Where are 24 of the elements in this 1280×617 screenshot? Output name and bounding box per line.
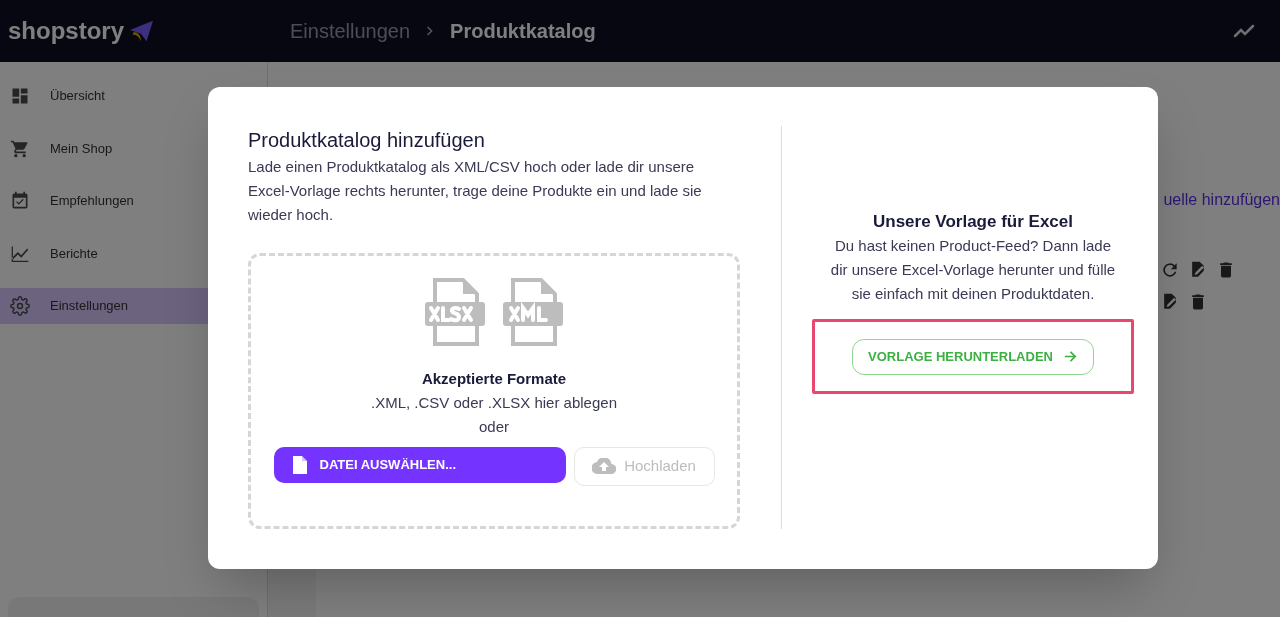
cart-icon bbox=[10, 138, 30, 159]
choose-file-button[interactable]: DATEI AUSWÄHLEN... bbox=[273, 446, 566, 483]
template-text: Du hast keinen Product-Feed? Dann lade dir unsere Excel-Vorlage herunter und fülle sie einfach mit deinen Produktdaten. bbox=[830, 236, 1116, 304]
breadcrumb-item[interactable]: Einstellungen bbox=[290, 16, 411, 46]
download-template-button[interactable]: VORLAGE HERUNTERLADEN bbox=[852, 338, 1094, 375]
logo-text: shopstory bbox=[8, 16, 124, 46]
dashboard-icon bbox=[10, 86, 30, 106]
template-title: Unsere Vorlage für Excel bbox=[873, 211, 1073, 233]
arrow-right-icon bbox=[1062, 349, 1078, 364]
chevron-right-icon bbox=[426, 25, 435, 37]
dialog-title: Produktkatalog hinzufügen bbox=[248, 128, 486, 153]
breadcrumb-item: Produktkatalog bbox=[450, 19, 596, 44]
sidebar-item[interactable]: Übersicht bbox=[0, 78, 267, 114]
formats-heading: Akzeptierte Formate bbox=[421, 369, 567, 389]
refresh-icon[interactable] bbox=[1160, 260, 1180, 280]
or-text: oder bbox=[479, 416, 509, 437]
logo-icon bbox=[128, 19, 154, 43]
file-icon bbox=[291, 454, 308, 475]
formats-hint: .XML, .CSV oder .XLSX hier ablegen bbox=[371, 392, 617, 413]
calendar-check-icon bbox=[10, 191, 30, 211]
settings-icon bbox=[10, 296, 30, 316]
add-source-link[interactable]: uelle hinzufügen bbox=[1163, 188, 1280, 212]
dialog-description: Lade einen Produktkatalog als XML/CSV hoch oder lade dir unsere Excel-Vorlage rechts herunter, trage deine Produkte ein und lade sie wieder hoch. bbox=[248, 157, 703, 225]
cloud-upload-icon bbox=[592, 458, 617, 474]
